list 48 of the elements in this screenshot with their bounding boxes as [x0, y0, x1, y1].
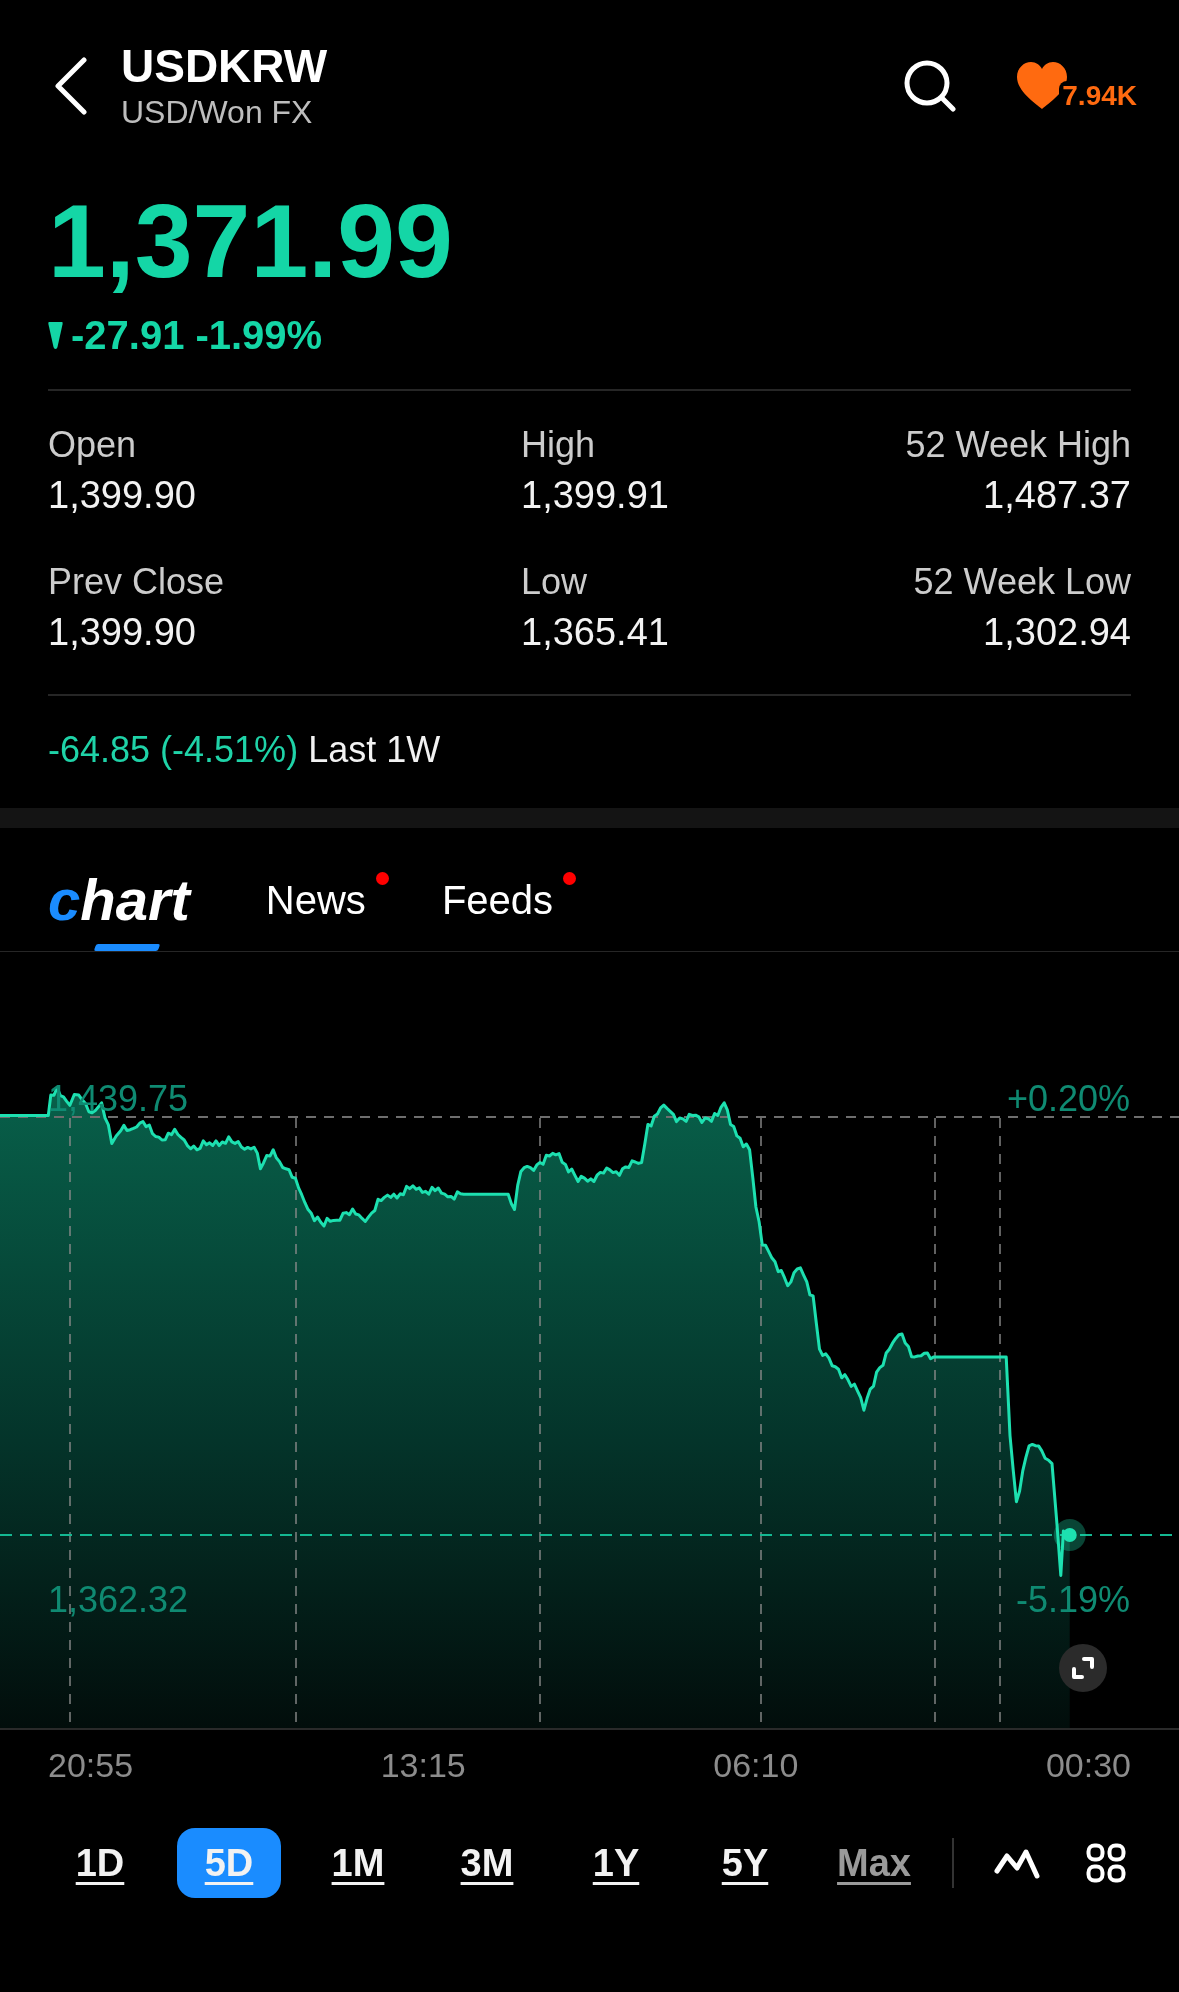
range-tab[interactable]: 1Y	[564, 1828, 668, 1898]
period-label: Last 1W	[308, 728, 441, 772]
time-axis-label: 13:15	[380, 1745, 466, 1785]
grid-icon	[1086, 1843, 1126, 1883]
stat-value: 1,487.37	[983, 473, 1131, 518]
price-change: -27.91	[71, 312, 185, 359]
grid-button[interactable]	[1086, 1843, 1126, 1883]
stat-label: Prev Close	[48, 560, 225, 604]
search-button[interactable]	[903, 60, 958, 112]
range-tab[interactable]: 3M	[435, 1828, 539, 1898]
favorite-button[interactable]: 7.94K	[1015, 61, 1137, 111]
line-chart-button[interactable]	[994, 1847, 1040, 1879]
period-change: -64.85 (-4.51%)	[48, 728, 299, 772]
expand-button[interactable]	[1059, 1644, 1107, 1692]
expand-icon	[1071, 1656, 1095, 1680]
stat-value: 1,399.90	[48, 473, 196, 518]
range-tab[interactable]: 5Y	[693, 1828, 797, 1898]
stat-value: 1,302.94	[983, 610, 1131, 655]
stat-value: 1,365.41	[521, 610, 669, 655]
stat-value: 1,399.91	[521, 473, 669, 518]
line-chart-icon	[994, 1847, 1040, 1879]
percent-level-label: +0.20%	[1006, 1077, 1130, 1121]
stat-label: High	[521, 423, 596, 467]
stat-label: Open	[48, 423, 137, 467]
chevron-left-icon	[54, 57, 88, 115]
search-icon	[903, 60, 958, 112]
time-axis-label: 00:30	[1045, 1745, 1131, 1785]
tab-indicator	[93, 944, 161, 951]
stat-label: Low	[521, 560, 588, 604]
time-axis-label: 06:10	[713, 1745, 799, 1785]
symbol-title: USDKRW	[121, 40, 328, 92]
tab[interactable]: Feeds	[441, 848, 554, 951]
price-level-label: 1,362.32	[48, 1578, 189, 1622]
range-tab[interactable]: 1M	[306, 1828, 410, 1898]
symbol-subtitle: USD/Won FX	[121, 93, 314, 132]
tab[interactable]: News	[265, 848, 366, 951]
range-tab[interactable]: Max	[822, 1828, 926, 1898]
percent-change: -1.99%	[195, 312, 323, 359]
percent-level-label: -5.19%	[1015, 1578, 1130, 1622]
stat-value: 1,399.90	[48, 610, 196, 655]
last-price: 1,371.99	[48, 186, 453, 296]
stat-label: 52 Week Low	[913, 560, 1131, 604]
price-marker-icon	[1053, 1519, 1086, 1551]
back-button[interactable]	[54, 57, 88, 115]
stat-label: 52 Week High	[905, 423, 1131, 467]
time-axis-label: 20:55	[48, 1745, 134, 1785]
range-tab[interactable]: 1D	[48, 1828, 152, 1898]
tab[interactable]: chart	[48, 848, 190, 951]
